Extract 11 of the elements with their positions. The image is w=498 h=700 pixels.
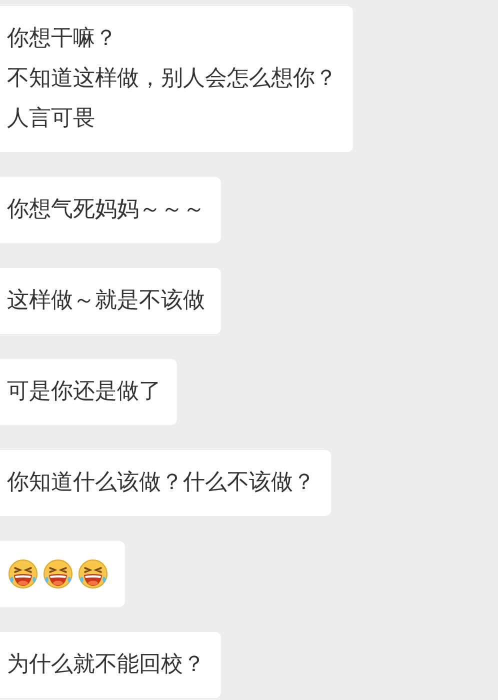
- message-text: 你想气死妈妈～～～: [7, 196, 205, 224]
- message-text: 你想干嘛？: [7, 25, 118, 53]
- message-text: 这样做～就是不该做: [7, 287, 205, 315]
- laughing-face-icon: [7, 558, 39, 590]
- message-text: 可是你还是做了: [7, 378, 161, 406]
- message-text: 不知道这样做，别人会怎么想你？: [7, 65, 337, 93]
- message-text: 你知道什么该做？什么不该做？: [7, 469, 315, 497]
- message-text: 人言可畏: [7, 105, 96, 133]
- laughing-face-icon: [77, 558, 109, 590]
- laughing-face-icon: [42, 558, 74, 590]
- message-text: 为什么就不能回校？: [7, 651, 205, 679]
